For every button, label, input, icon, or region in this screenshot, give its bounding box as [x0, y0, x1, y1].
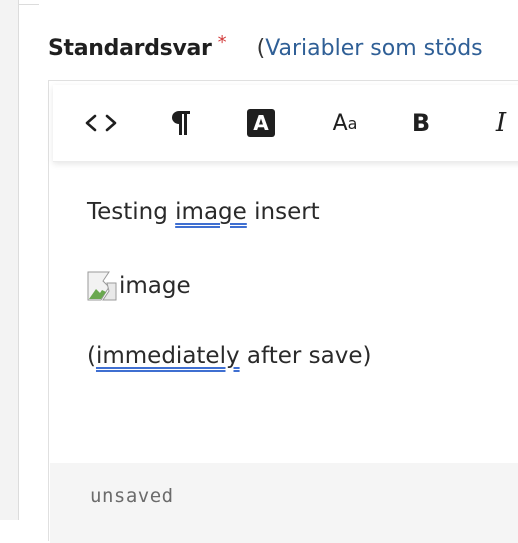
- pilcrow-icon: [170, 109, 192, 137]
- text-color-label: A: [247, 109, 275, 137]
- required-marker: *: [217, 31, 227, 53]
- source-code-button[interactable]: [83, 105, 119, 141]
- editor-toolbar: A Aa B I: [53, 85, 518, 162]
- bold-button[interactable]: B: [403, 105, 439, 141]
- rich-text-editor[interactable]: A Aa B I Testing image insert image (imm…: [48, 80, 518, 543]
- broken-image-icon: [87, 271, 117, 301]
- paragraph-button[interactable]: [163, 105, 199, 141]
- font-size-big: A: [332, 110, 348, 136]
- code-icon: [84, 113, 118, 133]
- line1-before: Testing: [87, 199, 176, 225]
- text-color-button[interactable]: A: [243, 105, 279, 141]
- inserted-image[interactable]: image: [87, 271, 191, 301]
- font-size-button[interactable]: Aa: [323, 105, 367, 141]
- spellcheck-word[interactable]: immediately: [96, 343, 240, 369]
- left-rail: [0, 0, 19, 520]
- italic-button[interactable]: I: [483, 105, 518, 141]
- divider: [19, 0, 39, 5]
- hint-paren: (: [256, 35, 266, 61]
- line3-open: (: [87, 343, 96, 369]
- variables-hint[interactable]: (Variabler som stöds: [257, 36, 483, 61]
- variables-hint-link[interactable]: Variabler som stöds: [265, 36, 482, 61]
- line3-after: after save): [239, 343, 372, 369]
- italic-label: I: [495, 108, 507, 138]
- spellcheck-word[interactable]: image: [175, 199, 247, 225]
- font-size-small: a: [347, 113, 358, 133]
- line1-after: insert: [246, 199, 320, 225]
- editor-status-bar: unsaved: [50, 463, 518, 543]
- field-label-row: Standardsvar * (Variabler som stöds: [48, 30, 483, 66]
- save-status: unsaved: [90, 485, 174, 507]
- image-alt-text: image: [119, 273, 191, 299]
- content-line-3: (immediately after save): [87, 343, 371, 369]
- bold-label: B: [411, 109, 431, 137]
- field-label: Standardsvar: [48, 35, 212, 61]
- content-line-1: Testing image insert: [87, 199, 320, 225]
